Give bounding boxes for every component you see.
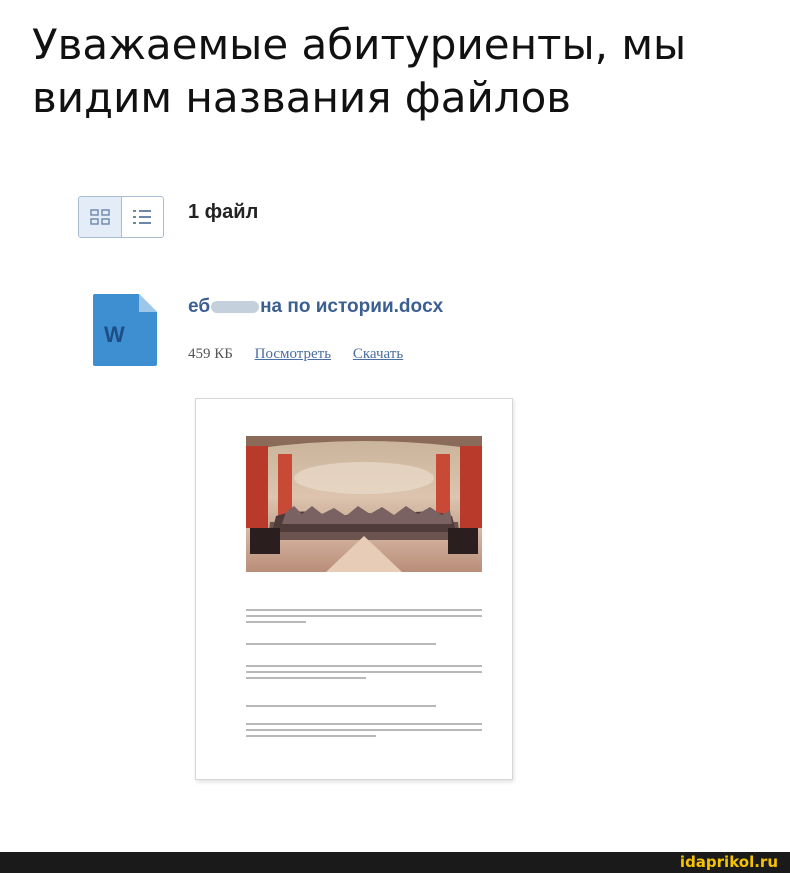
text-line (246, 665, 482, 667)
caption-line-1: Уважаемые абитуриенты, мы (32, 20, 687, 69)
text-line (246, 643, 436, 645)
grid-view-button[interactable] (79, 197, 122, 237)
download-link[interactable]: Скачать (353, 346, 403, 362)
file-size: 459 КБ (188, 346, 233, 362)
view-toggle (78, 196, 164, 238)
text-line (246, 671, 482, 673)
document-preview[interactable] (195, 398, 513, 780)
grid-view-icon (90, 209, 110, 225)
censored-blur (211, 300, 260, 313)
word-document-icon[interactable]: W (91, 292, 159, 368)
text-line (246, 609, 482, 611)
file-name-prefix: еб (188, 296, 211, 317)
list-view-icon (133, 210, 152, 224)
text-line (246, 677, 366, 679)
file-name-suffix: на по истории.docx (260, 296, 444, 317)
list-view-button[interactable] (122, 197, 164, 237)
watermark: idaprikol.ru (679, 853, 778, 871)
file-meta-row: 459 КБ Посмотреть Скачать (188, 346, 421, 363)
file-name-link[interactable]: еб на по истории.docx (188, 296, 443, 318)
file-count: 1 файл (188, 201, 259, 223)
meme-caption: Уважаемые абитуриенты, мы видим названия… (32, 18, 782, 124)
text-line (246, 735, 376, 737)
text-line (246, 615, 482, 617)
text-line (246, 705, 436, 707)
word-icon-letter: W (104, 322, 125, 347)
text-line (246, 729, 482, 731)
footer-bar: idaprikol.ru (0, 852, 790, 873)
document-painting-image (246, 436, 482, 572)
text-line (246, 621, 306, 623)
caption-line-2: видим названия файлов (32, 73, 572, 122)
text-line (246, 723, 482, 725)
view-link[interactable]: Посмотреть (255, 346, 331, 362)
